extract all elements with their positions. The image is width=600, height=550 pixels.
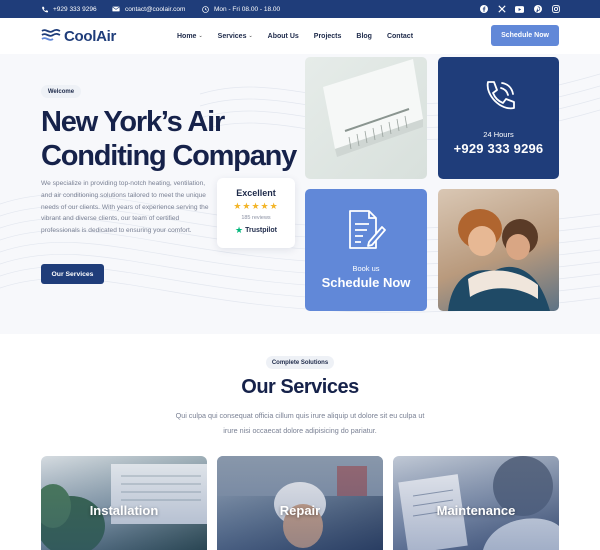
family-illustration bbox=[448, 209, 550, 311]
nav-blog-label: Blog bbox=[356, 32, 372, 40]
phone-tile-number: +929 333 9296 bbox=[453, 141, 544, 156]
phone-icon bbox=[41, 6, 48, 13]
star-rating-icon: ★★★★★ bbox=[233, 201, 279, 211]
phone-call-icon bbox=[438, 77, 559, 122]
chevron-down-icon: ⌄ bbox=[248, 33, 253, 39]
review-card: Excellent ★★★★★ 185 reviews ★ Trustpilot bbox=[217, 178, 295, 248]
nav-contact[interactable]: Contact bbox=[387, 33, 413, 40]
nav-services-label: Services bbox=[217, 32, 247, 40]
topbar-email[interactable]: contact@coolair.com bbox=[112, 0, 185, 18]
services-title: Our Services bbox=[241, 376, 359, 398]
nav-blog[interactable]: Blog bbox=[356, 33, 372, 40]
service-card-label: Maintenance bbox=[436, 503, 516, 518]
main-nav: Home ⌄ Services ⌄ About Us Projects Blog C… bbox=[177, 18, 413, 54]
nav-home-label: Home bbox=[177, 32, 197, 40]
service-card-label: Installation bbox=[89, 503, 159, 518]
hero-description: We specialize in providing top-notch hea… bbox=[41, 180, 209, 235]
service-card-repair[interactable]: Repair bbox=[217, 456, 383, 550]
top-bar: +929 333 9296 contact@coolair.com Mon - … bbox=[0, 0, 600, 18]
our-services-button[interactable]: Our Services bbox=[41, 264, 104, 284]
review-count: 185 reviews bbox=[241, 215, 271, 221]
logo[interactable]: CoolAir bbox=[41, 27, 116, 46]
service-card-label: Repair bbox=[279, 503, 321, 518]
logo-text: CoolAir bbox=[64, 28, 117, 45]
trustpilot-text: Trustpilot bbox=[245, 227, 277, 234]
nav-home[interactable]: Home ⌄ bbox=[177, 33, 203, 40]
air-conditioner-image bbox=[305, 57, 427, 179]
service-card-maintenance[interactable]: Maintenance bbox=[393, 456, 559, 550]
nav-about-label: About Us bbox=[267, 32, 299, 40]
nav-about[interactable]: About Us bbox=[268, 33, 299, 40]
topbar-email-text: contact@coolair.com bbox=[125, 5, 186, 13]
youtube-icon[interactable] bbox=[515, 5, 524, 14]
wave-logo-icon bbox=[41, 27, 61, 46]
nav-projects-label: Projects bbox=[313, 32, 342, 40]
book-us-tile[interactable]: Book us Schedule Now bbox=[305, 189, 427, 311]
topbar-phone[interactable]: +929 333 9296 bbox=[41, 0, 97, 18]
schedule-now-button[interactable]: Schedule Now bbox=[491, 25, 559, 46]
services-description: Qui culpa qui consequat officia cillum q… bbox=[175, 411, 425, 435]
facebook-icon[interactable] bbox=[479, 5, 488, 14]
ac-unit-illustration bbox=[323, 59, 423, 157]
welcome-badge: Welcome bbox=[41, 85, 81, 98]
complete-solutions-badge: Complete Solutions bbox=[266, 356, 334, 369]
clock-icon bbox=[202, 5, 209, 13]
nav-services[interactable]: Services ⌄ bbox=[218, 33, 253, 40]
book-tile-subtitle: Book us bbox=[352, 264, 380, 273]
call-us-tile[interactable]: 24 Hours +929 333 9296 bbox=[438, 57, 559, 179]
main-header: CoolAir Home ⌄ Services ⌄ About Us Project… bbox=[0, 18, 600, 54]
pinterest-icon[interactable] bbox=[533, 5, 542, 14]
hero-title-line-1: New York’s Air bbox=[41, 106, 225, 138]
happy-family-image bbox=[438, 189, 559, 311]
book-tile-title: Schedule Now bbox=[321, 275, 411, 290]
phone-tile-hours: 24 Hours bbox=[483, 130, 514, 139]
hero-title: New York’s Air Conditing Company bbox=[41, 105, 301, 173]
trustpilot-logo[interactable]: ★ Trustpilot bbox=[217, 225, 295, 236]
topbar-hours-text: Mon - Fri 08.00 - 18.00 bbox=[214, 5, 281, 13]
hero-title-line-2: Conditing Company bbox=[41, 140, 297, 172]
x-icon[interactable] bbox=[497, 5, 506, 14]
mail-icon bbox=[112, 6, 120, 12]
social-links bbox=[479, 0, 560, 18]
topbar-hours: Mon - Fri 08.00 - 18.00 bbox=[202, 0, 280, 18]
service-card-installation[interactable]: Installation bbox=[41, 456, 207, 550]
chevron-down-icon: ⌄ bbox=[198, 33, 203, 39]
document-edit-icon bbox=[305, 208, 427, 257]
nav-projects[interactable]: Projects bbox=[314, 33, 342, 40]
topbar-phone-text: +929 333 9296 bbox=[53, 5, 97, 13]
trustpilot-star-icon: ★ bbox=[235, 225, 244, 235]
review-title: Excellent bbox=[236, 188, 276, 198]
nav-contact-label: Contact bbox=[386, 32, 414, 40]
instagram-icon[interactable] bbox=[551, 5, 560, 14]
